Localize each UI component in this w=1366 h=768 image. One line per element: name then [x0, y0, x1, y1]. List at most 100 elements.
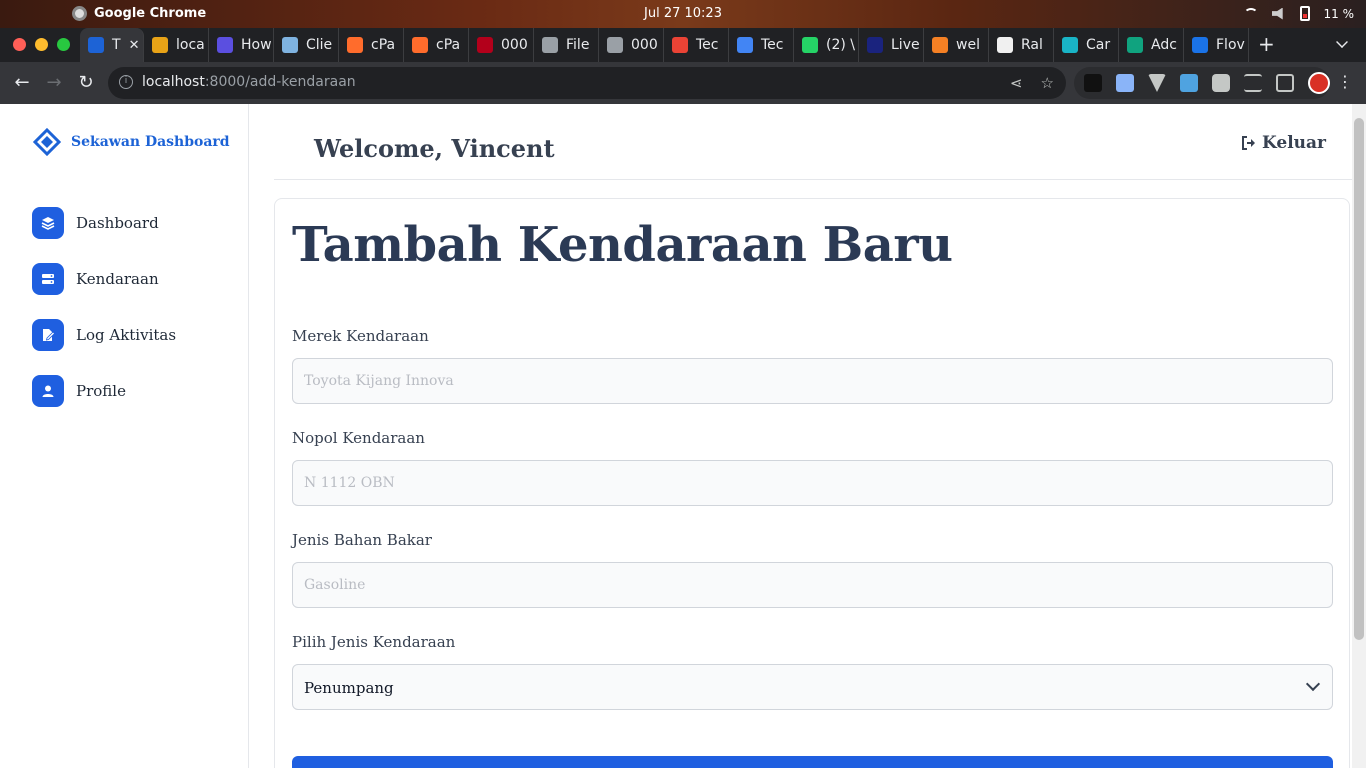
url-text[interactable]: localhost:8000/add-kendaraan	[142, 74, 356, 90]
browser-tab[interactable]: File	[534, 28, 599, 62]
volume-icon[interactable]	[1271, 7, 1283, 20]
close-window-button[interactable]	[13, 38, 26, 51]
brand-input[interactable]	[292, 358, 1333, 404]
web-page: Sekawan Dashboard Dashboard Kendaraan Lo…	[0, 104, 1366, 768]
tab-search-chevron-icon[interactable]	[1336, 36, 1348, 48]
tab-title: Car	[1086, 37, 1111, 53]
tab-favicon-icon	[737, 37, 753, 53]
browser-tab[interactable]: T ✕	[80, 28, 144, 62]
browser-tab[interactable]: Car	[1054, 28, 1119, 62]
sidebar-item-log-aktivitas[interactable]: Log Aktivitas	[32, 307, 176, 363]
layers-icon	[32, 207, 64, 239]
site-info-icon[interactable]: i	[119, 75, 133, 89]
tab-title: Ral	[1021, 37, 1043, 53]
brand-field: Merek Kendaraan	[292, 327, 1333, 404]
bookmark-star-icon[interactable]: ☆	[1041, 74, 1054, 92]
browser-tab[interactable]: loca	[144, 28, 209, 62]
welcome-text: Welcome, Vincent	[314, 134, 555, 163]
browser-tab[interactable]: Tec	[664, 28, 729, 62]
browser-tab[interactable]: Clie	[274, 28, 339, 62]
more-menu-icon[interactable]: ⋮	[1337, 72, 1353, 91]
browser-tab[interactable]: Flov	[1184, 28, 1249, 62]
tab-favicon-icon	[347, 37, 363, 53]
sidebar-item-label: Profile	[76, 382, 126, 400]
media-control-icon[interactable]	[1244, 74, 1262, 92]
forward-button[interactable]: →	[43, 72, 65, 94]
brand-name: Sekawan Dashboard	[71, 134, 230, 150]
browser-tab[interactable]: 000	[469, 28, 534, 62]
tab-title: Flov	[1216, 37, 1245, 53]
minimize-window-button[interactable]	[35, 38, 48, 51]
side-panel-icon[interactable]	[1276, 74, 1294, 92]
main-content: Welcome, Vincent Keluar Tambah Kendaraan…	[249, 104, 1352, 768]
new-tab-button[interactable]: +	[1258, 33, 1275, 55]
url-host: localhost	[142, 74, 205, 90]
vehicle-type-selected: Penumpang	[304, 679, 394, 697]
browser-tab[interactable]: (2) \	[794, 28, 859, 62]
tab-list: T ✕ loca How Clie cPa cPa 000 File 000 Tec Tec (2) \…	[80, 28, 1249, 62]
share-icon[interactable]: ⋖	[1010, 74, 1023, 92]
tab-title: Adc	[1151, 37, 1177, 53]
tab-strip: T ✕ loca How Clie cPa cPa 000 File 000 Tec Tec (2) \…	[0, 28, 1366, 62]
vehicle-type-field-label: Pilih Jenis Kendaraan	[292, 633, 456, 651]
sidebar-item-kendaraan[interactable]: Kendaraan	[32, 251, 176, 307]
wifi-icon[interactable]	[1243, 7, 1258, 20]
tab-favicon-icon	[997, 37, 1013, 53]
tab-favicon-icon	[672, 37, 688, 53]
back-button[interactable]: ←	[11, 72, 33, 94]
browser-tab[interactable]: Adc	[1119, 28, 1184, 62]
sidebar-menu: Dashboard Kendaraan Log Aktivitas Profil…	[32, 195, 176, 419]
brand[interactable]: Sekawan Dashboard	[32, 127, 230, 157]
page-header: Welcome, Vincent Keluar	[274, 104, 1352, 180]
extension-l-icon[interactable]	[1084, 74, 1102, 92]
url-path: :8000/add-kendaraan	[204, 74, 356, 90]
extensions-puzzle-icon[interactable]	[1212, 74, 1230, 92]
status-tray: 11 %	[1243, 6, 1354, 21]
plate-number-input[interactable]	[292, 460, 1333, 506]
user-icon	[32, 375, 64, 407]
tab-title: Tec	[696, 37, 719, 53]
os-menu-bar: Google Chrome Jul 27 10:23 11 %	[0, 0, 1366, 28]
sidebar-item-profile[interactable]: Profile	[32, 363, 176, 419]
plate-number-field: Nopol Kendaraan	[292, 429, 1333, 506]
tab-favicon-icon	[282, 37, 298, 53]
tab-favicon-icon	[412, 37, 428, 53]
reload-button[interactable]: ↻	[75, 72, 97, 94]
extension-doc-icon[interactable]	[1116, 74, 1134, 92]
extension-vue-icon[interactable]	[1148, 74, 1166, 92]
battery-icon[interactable]	[1299, 6, 1310, 21]
logout-label: Keluar	[1261, 133, 1326, 153]
file-edit-icon	[32, 319, 64, 351]
sign-out-icon	[1241, 136, 1255, 150]
scrollbar-thumb[interactable]	[1354, 118, 1364, 640]
browser-tab[interactable]: Ral	[989, 28, 1054, 62]
sidebar-item-dashboard[interactable]: Dashboard	[32, 195, 176, 251]
fuel-type-input[interactable]	[292, 562, 1333, 608]
browser-tab[interactable]: Live	[859, 28, 924, 62]
browser-tab[interactable]: 000	[599, 28, 664, 62]
logout-button[interactable]: Keluar	[1241, 133, 1326, 153]
tab-favicon-icon	[607, 37, 623, 53]
tab-title: How	[241, 37, 272, 53]
fuel-type-field: Jenis Bahan Bakar	[292, 531, 1333, 608]
sidebar-item-label: Log Aktivitas	[76, 326, 177, 344]
profile-avatar[interactable]	[1308, 72, 1330, 94]
browser-tab[interactable]: How	[209, 28, 274, 62]
browser-tab[interactable]: cPa	[339, 28, 404, 62]
add-vehicle-form: Tambah Kendaraan Baru Merek Kendaraan No…	[274, 198, 1350, 768]
submit-button[interactable]	[292, 756, 1333, 768]
tab-favicon-icon	[217, 37, 233, 53]
tab-title: wel	[956, 37, 980, 53]
tab-title: Live	[891, 37, 920, 53]
address-bar[interactable]: i localhost:8000/add-kendaraan ⋖ ☆	[108, 67, 1066, 99]
page-scrollbar[interactable]	[1352, 104, 1366, 768]
close-tab-icon[interactable]: ✕	[129, 38, 140, 53]
clock[interactable]: Jul 27 10:23	[0, 6, 1366, 21]
sidebar: Sekawan Dashboard Dashboard Kendaraan Lo…	[0, 104, 249, 768]
browser-tab[interactable]: cPa	[404, 28, 469, 62]
maximize-window-button[interactable]	[57, 38, 70, 51]
vehicle-type-select[interactable]: Penumpang	[292, 664, 1333, 710]
browser-tab[interactable]: Tec	[729, 28, 794, 62]
extension-fl-icon[interactable]	[1180, 74, 1198, 92]
browser-tab[interactable]: wel	[924, 28, 989, 62]
